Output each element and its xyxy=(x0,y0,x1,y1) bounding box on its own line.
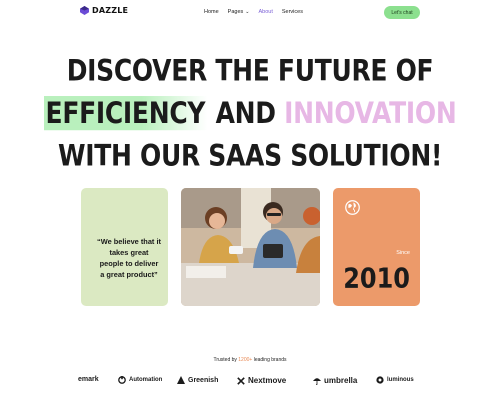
brand-luminous: luminous xyxy=(376,376,414,384)
brand-name: Automation xyxy=(129,377,163,383)
since-year: 2010 xyxy=(343,262,410,295)
globe-icon xyxy=(345,200,360,215)
automation-icon xyxy=(118,376,126,384)
logo-text: DAZZLE xyxy=(92,6,129,15)
brand-greenish: Greenish xyxy=(177,376,218,384)
logo-icon xyxy=(80,6,89,15)
hero-headline: DISCOVER THE FUTURE OF EFFICIENCY AND IN… xyxy=(0,50,500,177)
hero-line-1: DISCOVER THE FUTURE OF xyxy=(66,53,434,88)
logo[interactable]: DAZZLE xyxy=(80,6,128,15)
brand-emark: emark xyxy=(78,376,99,383)
luminous-icon xyxy=(376,376,384,384)
lets-chat-button[interactable]: Let's chat xyxy=(384,6,420,19)
trusted-suffix: leading brands xyxy=(253,357,287,363)
chevron-down-icon: ⌄ xyxy=(245,9,250,15)
brand-name: Nextmove xyxy=(248,376,287,385)
nav-link-about[interactable]: About xyxy=(258,9,272,15)
greenish-icon xyxy=(177,376,185,384)
nav-link-home[interactable]: Home xyxy=(204,9,219,15)
brand-logos: emark Automation Greenish Nextmove umbre… xyxy=(0,376,500,390)
brand-name: Greenish xyxy=(188,376,219,384)
quote-text: “We believe that it takes great people t… xyxy=(97,237,161,279)
brand-name: umbrella xyxy=(324,376,358,385)
team-photo xyxy=(181,188,320,306)
nav-link-services[interactable]: Services xyxy=(282,9,303,15)
hero-line-2: EFFICIENCY AND INNOVATION xyxy=(0,92,500,134)
nav-link-pages[interactable]: Pages ⌄ xyxy=(228,9,250,15)
quote-card: “We believe that it takes great people t… xyxy=(81,188,168,306)
trusted-count: 1200+ xyxy=(238,357,253,363)
trusted-prefix: Trusted by xyxy=(213,357,237,363)
hero-accent-innovation: INNOVATION xyxy=(284,96,457,131)
trusted-by-text: Trusted by 1200+ leading brands xyxy=(0,357,500,363)
hero-line-3: WITH OUR SAAS SOLUTION! xyxy=(57,138,443,173)
hero-highlight-efficiency: EFFICIENCY xyxy=(43,96,208,131)
nav-links: Home Pages ⌄ About Services xyxy=(204,9,312,15)
brand-automation: Automation xyxy=(118,376,162,384)
since-card: Since 2010 xyxy=(333,188,420,306)
brand-nextmove: Nextmove xyxy=(237,376,286,385)
since-label: Since xyxy=(396,250,410,256)
brand-name: luminous xyxy=(387,377,414,383)
brand-name: emark xyxy=(78,376,99,383)
nextmove-icon xyxy=(237,376,245,385)
umbrella-icon xyxy=(313,377,321,385)
brand-umbrella: umbrella xyxy=(313,376,357,385)
team-photo-illustration xyxy=(181,188,320,306)
top-navbar: DAZZLE Home Pages ⌄ About Services Let's… xyxy=(0,0,500,26)
nav-link-pages-label: Pages xyxy=(227,9,244,15)
hero-word-and: AND xyxy=(215,96,276,131)
